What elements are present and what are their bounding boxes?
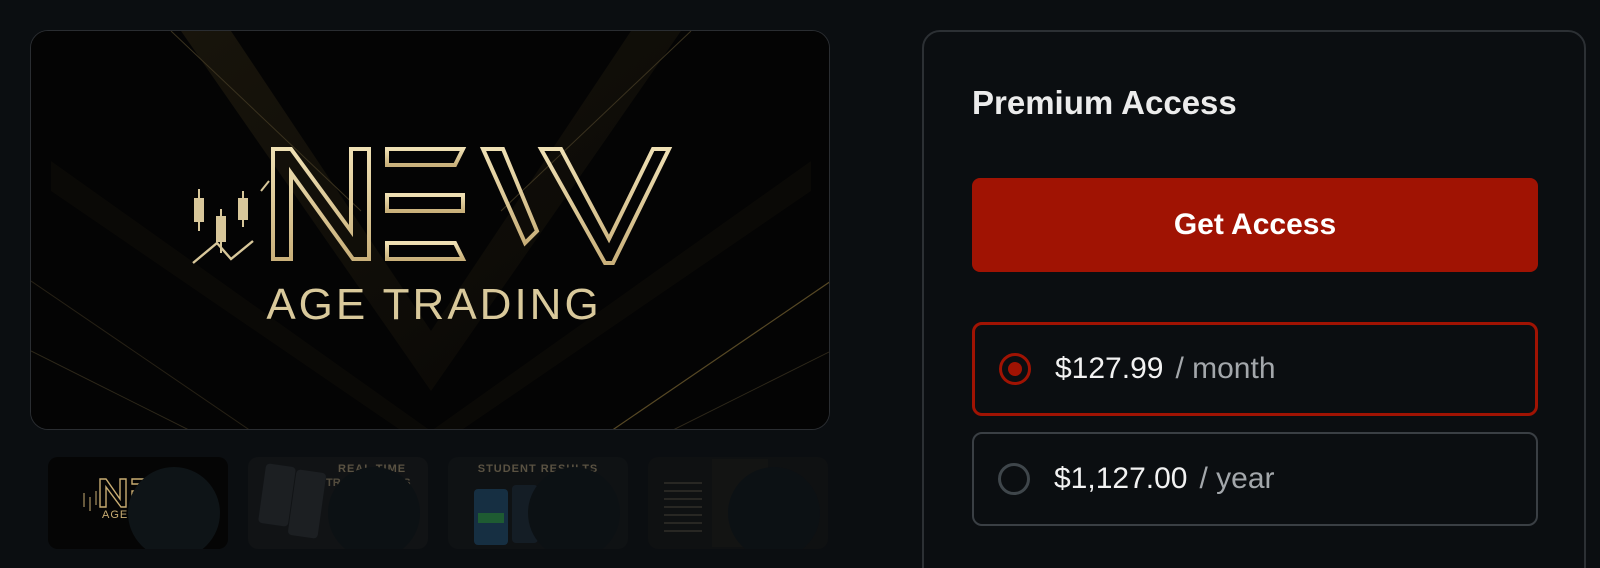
hero-logo-text: AGE TRADING [266,280,601,329]
radio-selected-icon[interactable] [999,353,1031,385]
price-amount: $127.99 [1055,352,1164,385]
thumbnail-1-label: AGE [102,509,129,521]
thumbnail-3-label: STUDENT RESULTS [477,463,599,475]
radio-unselected-icon[interactable] [998,463,1030,495]
product-page: AGE TRADING AGE STUDENT RESULTS Premium … [0,0,1600,568]
price-option-monthly[interactable]: $127.99 / month [972,322,1538,416]
hero-image[interactable]: AGE TRADING [30,30,830,430]
price-amount: $1,127.00 [1054,462,1188,495]
thumbnail-3[interactable]: STUDENT RESULTS [448,457,628,549]
price-period: / month [1175,352,1276,385]
thumbnail-play-overlay [128,467,220,549]
pricing-card: Premium Access Get Access $127.99 / mont… [922,30,1586,568]
thumbnail-play-overlay [328,467,420,549]
thumbnail-2[interactable]: REAL TIME TRADE ALERTS [248,457,428,549]
price-period: / year [1199,462,1275,495]
thumbnail-play-overlay [528,467,620,549]
price-option-yearly[interactable]: $1,127.00 / year [972,432,1538,526]
plan-title: Premium Access [972,84,1237,121]
hero-artwork: AGE TRADING [31,31,829,429]
get-access-button[interactable]: Get Access [972,178,1538,272]
thumbnail-play-overlay [728,467,820,549]
thumbnail-4[interactable] [648,457,828,549]
thumbnail-strip: AGE REAL TIME TRADE ALERTS STUDENT RESUL… [48,457,830,549]
thumbnail-1[interactable]: AGE [48,457,228,549]
